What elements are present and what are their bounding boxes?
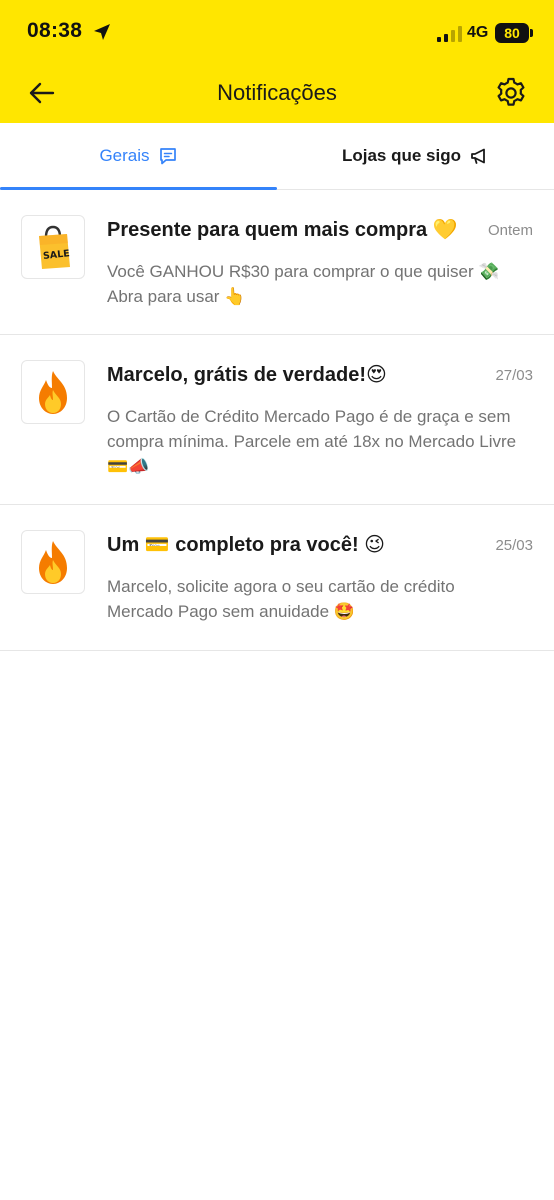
- network-type: 4G: [467, 24, 489, 41]
- fire-icon: [39, 541, 67, 584]
- notification-title: Um 💳 completo pra você! 😉: [107, 534, 386, 556]
- notification-date: Ontem: [487, 222, 533, 239]
- sale-bag-icon: SALE: [39, 225, 70, 269]
- tab-gerais-label: Gerais: [99, 146, 150, 165]
- battery-icon: 80: [495, 23, 529, 43]
- location-arrow-icon: [94, 24, 110, 40]
- gear-icon[interactable]: [494, 76, 528, 110]
- notification-thumbnail: [21, 360, 85, 424]
- tab-bar: Gerais Lojas que sigo: [0, 123, 554, 190]
- notification-list: SALE Presente para quem mais compra 💛 On…: [0, 190, 554, 651]
- app-header: 08:38 4G 80 Notificações: [0, 0, 554, 123]
- notification-date: 25/03: [495, 537, 533, 554]
- tab-lojas-que-sigo[interactable]: Lojas que sigo: [277, 123, 554, 189]
- notification-body: O Cartão de Crédito Mercado Pago é de gr…: [107, 407, 517, 476]
- status-bar: 08:38 4G 80: [0, 0, 554, 66]
- notification-title: Presente para quem mais compra 💛: [107, 219, 458, 241]
- tab-lojas-label: Lojas que sigo: [341, 146, 462, 165]
- chat-icon: [159, 148, 176, 165]
- notification-item[interactable]: Marcelo, grátis de verdade!😍 27/03 O Car…: [0, 335, 554, 505]
- page-title: Notificações: [217, 80, 337, 105]
- battery-cap: [530, 29, 533, 37]
- tab-gerais[interactable]: Gerais: [0, 123, 277, 190]
- notification-item[interactable]: Um 💳 completo pra você! 😉 25/03 Marcelo,…: [0, 505, 554, 651]
- cellular-signal-icon: [437, 26, 462, 42]
- notification-body: Você GANHOU R$30 para comprar o que quis…: [107, 262, 500, 306]
- notification-title: Marcelo, grátis de verdade!😍: [107, 364, 387, 386]
- notification-date: 27/03: [495, 367, 533, 384]
- fire-icon: [39, 371, 67, 414]
- notification-item[interactable]: SALE Presente para quem mais compra 💛 On…: [0, 190, 554, 335]
- notification-thumbnail: [21, 530, 85, 594]
- notification-body: Marcelo, solicite agora o seu cartão de …: [107, 577, 455, 621]
- notification-thumbnail: SALE: [21, 215, 85, 279]
- megaphone-icon: [471, 148, 485, 164]
- status-time: 08:38: [27, 19, 83, 42]
